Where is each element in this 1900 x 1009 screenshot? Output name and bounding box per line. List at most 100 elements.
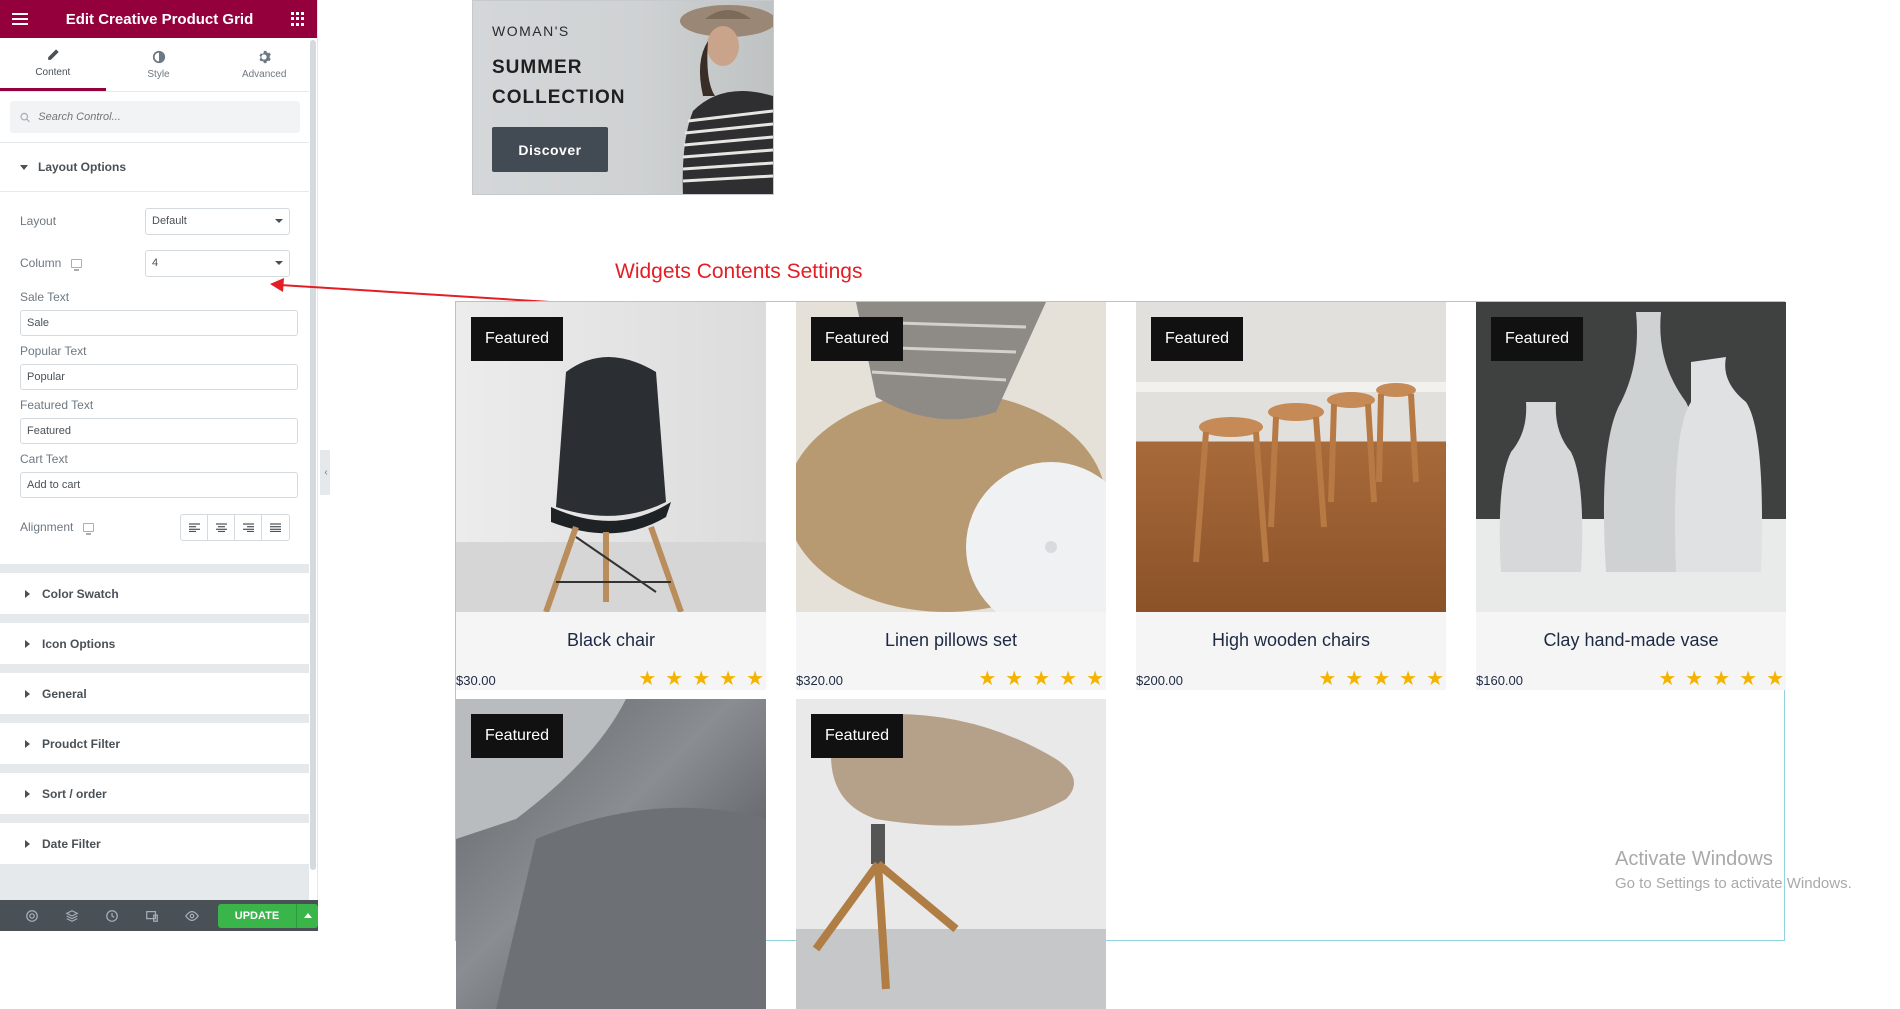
star-icon: ★ — [638, 668, 657, 690]
tab-advanced[interactable]: Advanced — [211, 38, 317, 91]
column-select[interactable]: 4 — [145, 249, 290, 277]
featured-badge: Featured — [811, 317, 904, 361]
align-justify-button[interactable] — [262, 515, 289, 540]
section-product-filter[interactable]: Proudct Filter — [0, 723, 310, 764]
update-button[interactable]: UPDATE — [218, 903, 296, 928]
annotation-label: Widgets Contents Settings — [615, 260, 863, 283]
layers-icon — [65, 909, 79, 922]
caret-right-icon — [25, 689, 30, 698]
rating-stars: ★ ★ ★ ★ ★ — [1318, 669, 1444, 689]
star-icon: ★ — [1399, 668, 1418, 690]
product-name[interactable]: Black chair — [456, 612, 766, 651]
rating-stars: ★ ★ ★ ★ ★ — [978, 669, 1104, 689]
star-icon: ★ — [1658, 668, 1677, 690]
sale-text-control: Sale Text Sale — [20, 290, 298, 336]
layout-select[interactable]: Default — [145, 207, 290, 235]
cart-text-input[interactable]: Add to cart — [20, 472, 298, 498]
product-name[interactable]: Clay hand-made vase — [1476, 612, 1786, 651]
layout-options-title: Layout Options — [38, 160, 126, 174]
search-box — [10, 101, 300, 133]
product-card[interactable]: Featured High wooden chairs $200.00 ★ ★ ★ ★… — [1136, 302, 1446, 690]
product-card[interactable]: Featured — [456, 699, 766, 1009]
caret-down-icon — [20, 164, 28, 170]
section-general[interactable]: General — [0, 673, 310, 714]
tab-content[interactable]: Content — [0, 38, 106, 91]
section-icon-options-title: Icon Options — [42, 636, 116, 651]
section-sort-order[interactable]: Sort / order — [0, 773, 310, 814]
desktop-icon[interactable] — [83, 522, 95, 535]
banner-eyebrow: WOMAN'S — [492, 23, 570, 39]
align-center-icon — [215, 522, 227, 532]
star-icon: ★ — [1766, 668, 1784, 690]
preview-button[interactable] — [172, 909, 212, 923]
product-name[interactable]: Linen pillows set — [796, 612, 1106, 651]
product-image[interactable]: Featured — [456, 302, 766, 612]
panel-footer: UPDATE — [0, 900, 318, 931]
align-center-button[interactable] — [208, 514, 235, 540]
history-button[interactable] — [92, 909, 132, 923]
star-icon: ★ — [719, 668, 738, 690]
gear-icon — [259, 50, 271, 63]
navigator-button[interactable] — [52, 909, 92, 923]
section-color-swatch-title: Color Swatch — [42, 586, 119, 601]
product-card[interactable]: Featured Linen pillows set $320.00 ★ ★ ★ ★ ★ — [796, 302, 1106, 690]
tab-style[interactable]: Style — [106, 38, 212, 91]
discover-button[interactable]: Discover — [492, 127, 608, 172]
popular-text-input[interactable]: Popular — [20, 364, 298, 390]
banner-heading: SUMMER COLLECTION — [492, 57, 626, 108]
product-grid: Featured Black chair $30.00 ★ ★ ★ ★ ★ Featur… — [455, 301, 1786, 1009]
section-color-swatch[interactable]: Color Swatch — [0, 573, 310, 614]
align-justify-icon — [270, 522, 281, 532]
product-image[interactable]: Featured — [796, 699, 1106, 1009]
star-icon: ★ — [1426, 668, 1444, 690]
star-icon: ★ — [1685, 668, 1704, 690]
product-image[interactable]: Featured — [1476, 302, 1786, 612]
panel-controls: Layout Options Layout Default Column — [0, 92, 310, 900]
panel-title: Edit Creative Product Grid — [65, 10, 254, 28]
featured-badge: Featured — [811, 714, 904, 758]
featured-badge: Featured — [1151, 317, 1244, 361]
promo-banner: WOMAN'S SUMMER COLLECTION Discover — [472, 0, 774, 195]
responsive-mode-button[interactable] — [132, 909, 172, 923]
align-left-button[interactable] — [181, 514, 208, 540]
product-image[interactable]: Featured — [1136, 302, 1446, 612]
caret-right-icon — [25, 639, 30, 648]
layout-label: Layout — [20, 214, 57, 228]
contrast-icon — [152, 50, 165, 63]
alignment-control: Alignment — [20, 506, 290, 548]
star-icon: ★ — [1086, 668, 1104, 690]
desktop-icon[interactable] — [71, 258, 83, 271]
tab-advanced-label: Advanced — [241, 68, 287, 80]
layout-options-header[interactable]: Layout Options — [0, 143, 310, 191]
history-icon — [106, 909, 118, 922]
section-icon-options[interactable]: Icon Options — [0, 623, 310, 664]
tab-style-label: Style — [147, 68, 170, 80]
star-icon: ★ — [1712, 668, 1731, 690]
product-card[interactable]: Featured Black chair $30.00 ★ ★ ★ ★ ★ — [456, 302, 766, 690]
product-image[interactable]: Featured — [456, 699, 766, 1009]
featured-text-input[interactable]: Featured — [20, 418, 298, 444]
model-photo — [680, 5, 773, 194]
product-card[interactable]: Featured Clay hand-made vase $160.00 ★ ★ ★… — [1476, 302, 1786, 690]
section-date-filter[interactable]: Date Filter — [0, 823, 310, 864]
column-label: Column — [20, 256, 62, 270]
product-meta: High wooden chairs $200.00 ★ ★ ★ ★ ★ — [1136, 612, 1446, 690]
chevron-down-icon — [275, 219, 283, 223]
panel-scrollbar[interactable] — [310, 40, 316, 870]
caret-right-icon — [25, 739, 30, 748]
star-icon: ★ — [1059, 668, 1078, 690]
alignment-choices — [180, 513, 290, 541]
product-name[interactable]: High wooden chairs — [1136, 612, 1446, 651]
product-image[interactable]: Featured — [796, 302, 1106, 612]
align-right-button[interactable] — [235, 514, 262, 540]
featured-badge: Featured — [471, 317, 564, 361]
settings-button[interactable] — [12, 909, 52, 923]
search-input[interactable] — [38, 111, 290, 123]
sale-text-input[interactable]: Sale — [20, 310, 298, 336]
menu-icon[interactable] — [12, 13, 28, 25]
update-options-button[interactable] — [296, 903, 318, 928]
widgets-grid-icon[interactable] — [291, 12, 305, 26]
responsive-icon — [146, 910, 158, 922]
alignment-label: Alignment — [20, 520, 74, 534]
product-card[interactable]: Featured — [796, 699, 1106, 1009]
